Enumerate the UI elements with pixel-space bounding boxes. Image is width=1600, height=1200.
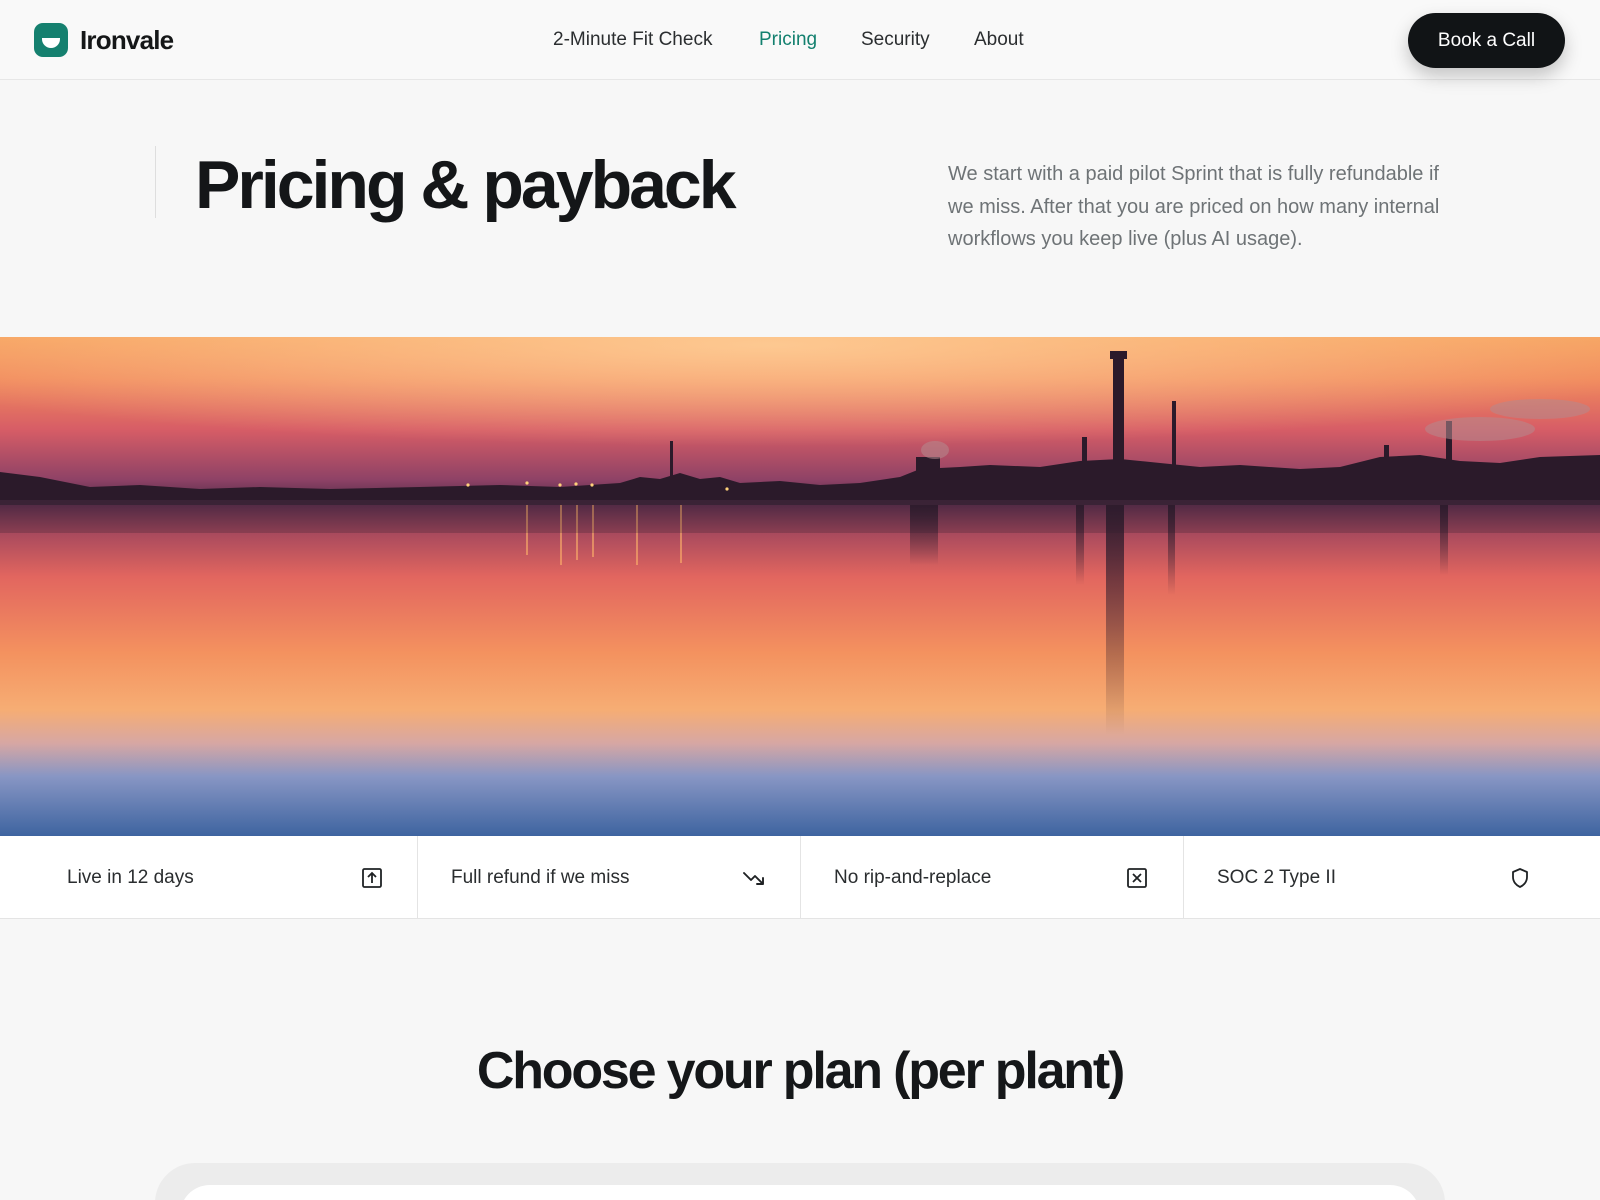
feature-label: Full refund if we miss	[451, 866, 630, 888]
hero-photo	[0, 337, 1600, 836]
main-nav: 2-Minute Fit Check Pricing Security Abou…	[0, 28, 1600, 52]
arrow-up-square-icon	[362, 868, 382, 888]
plans-card	[155, 1163, 1445, 1200]
nav-link-security[interactable]: Security	[861, 28, 930, 52]
nav-link-pricing[interactable]: Pricing	[759, 28, 817, 52]
feature-strip: Live in 12 days Full refund if we miss N…	[0, 836, 1600, 919]
feature-label: No rip-and-replace	[834, 866, 992, 888]
x-square-icon	[1127, 868, 1147, 888]
hero-divider	[155, 146, 156, 218]
feature-label: Live in 12 days	[67, 866, 194, 888]
feature-no-rip-and-replace: No rip-and-replace	[801, 836, 1184, 919]
hero-description: We start with a paid pilot Sprint that i…	[948, 163, 1440, 250]
feature-soc2: SOC 2 Type II	[1184, 836, 1600, 919]
book-call-button[interactable]: Book a Call	[1408, 13, 1565, 68]
shield-icon	[1512, 868, 1528, 888]
feature-label: SOC 2 Type II	[1217, 866, 1336, 888]
industrial-sunset-image	[0, 337, 1600, 836]
page-title: Pricing & payback	[195, 147, 737, 223]
nav-link-about[interactable]: About	[974, 28, 1024, 52]
nav-link-fit-check[interactable]: 2-Minute Fit Check	[553, 28, 712, 52]
feature-live-in-12-days: Live in 12 days	[0, 836, 418, 919]
plans-card-inner	[180, 1185, 1420, 1200]
plans-heading: Choose your plan (per plant)	[476, 1042, 1125, 1100]
site-header: Ironvale 2-Minute Fit Check Pricing Secu…	[0, 0, 1600, 80]
feature-full-refund: Full refund if we miss	[418, 836, 801, 919]
trending-down-icon	[743, 872, 764, 885]
